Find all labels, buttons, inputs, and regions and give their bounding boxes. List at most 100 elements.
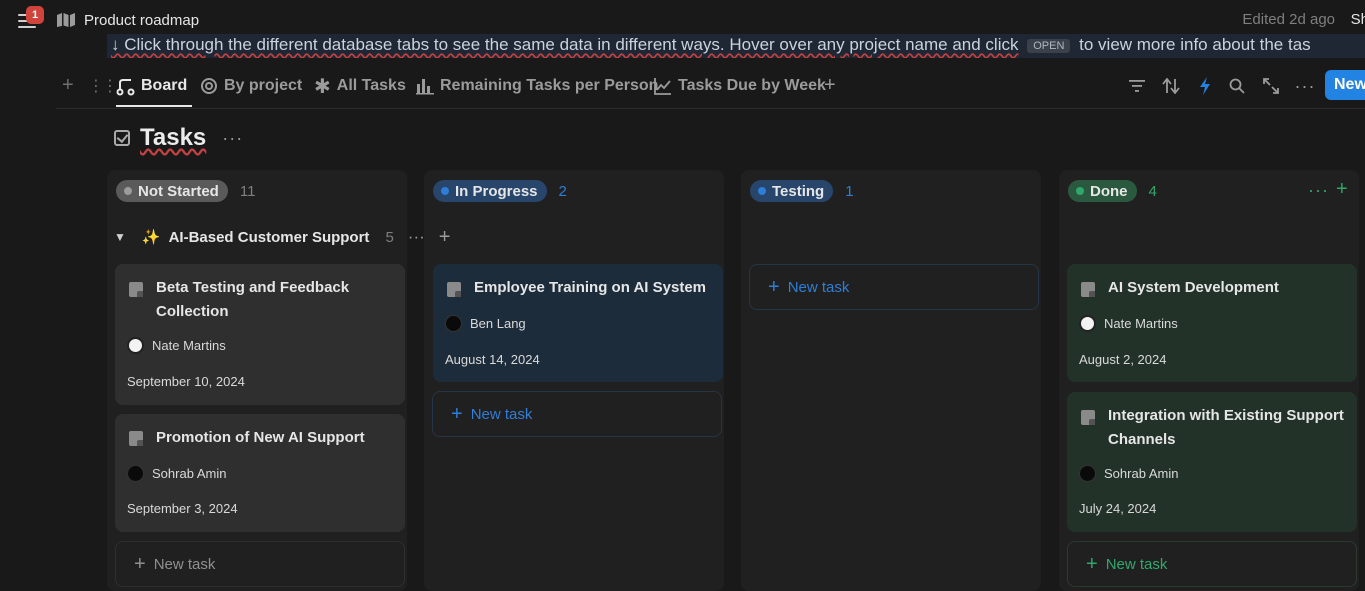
avatar [445, 315, 462, 332]
tab-remaining-tasks[interactable]: Remaining Tasks per Person [416, 72, 658, 100]
tab-all-tasks[interactable]: ✱ All Tasks [314, 72, 406, 100]
database-title-text: Tasks [140, 124, 207, 151]
notification-badge: 1 [26, 6, 44, 24]
assignee: Sohrab Amin [1079, 465, 1178, 482]
callout-text-after: to view more info about the tas [1079, 35, 1311, 54]
new-task-button[interactable]: + New task [115, 541, 405, 587]
column-header-testing[interactable]: Testing 1 [750, 170, 854, 212]
avatar [1079, 465, 1096, 482]
task-title-line: Channels [1108, 431, 1176, 448]
status-label: Testing [772, 182, 825, 200]
checkbox-icon [114, 130, 130, 146]
plus-icon: + [134, 552, 146, 575]
callout-text-before: ↓ Click through the different database t… [111, 35, 1019, 54]
status-badge: Testing [750, 180, 834, 202]
more-options-icon[interactable]: ··· [1295, 76, 1315, 96]
task-card[interactable]: AI System Development Nate Martins Augus… [1067, 264, 1357, 382]
automation-lightning-icon[interactable] [1195, 76, 1215, 96]
task-title-line: Collection [156, 303, 229, 320]
plus-icon: + [451, 402, 463, 425]
board-icon [116, 78, 135, 95]
plus-icon: + [768, 275, 780, 298]
breadcrumb[interactable]: Product roadmap [56, 10, 199, 30]
map-icon [57, 13, 75, 27]
new-button[interactable]: New [1325, 70, 1365, 100]
assignee: Sohrab Amin [127, 465, 226, 482]
sort-icon[interactable] [1161, 76, 1181, 96]
task-title: Promotion of New AI Support [156, 429, 365, 446]
tab-label: All Tasks [336, 77, 406, 94]
page-icon [129, 282, 143, 297]
page-title: Product roadmap [84, 11, 200, 29]
avatar [1079, 315, 1096, 332]
task-card[interactable]: Integration with Existing Support Channe… [1067, 392, 1357, 532]
database-title: Tasks ··· [114, 124, 243, 152]
collapse-triangle-icon[interactable]: ▼ [114, 230, 126, 244]
assignee-name: Nate Martins [1104, 316, 1178, 331]
task-title: Integration with Existing Support Channe… [1108, 404, 1344, 452]
active-tab-indicator [116, 105, 192, 107]
plus-icon: + [1086, 552, 1098, 575]
group-header[interactable]: ▼ ✨ AI-Based Customer Support 5 ··· + [114, 226, 450, 248]
column-header-not-started[interactable]: Not Started 11 [116, 170, 255, 212]
tab-by-project[interactable]: By project [200, 72, 302, 100]
status-badge: Not Started [116, 180, 228, 202]
task-card[interactable]: Employee Training on AI System Ben Lang … [433, 264, 723, 382]
page-icon [1081, 410, 1095, 425]
assignee: Ben Lang [445, 315, 526, 332]
group-count: 5 [385, 228, 394, 246]
add-block-icon[interactable]: + [62, 74, 74, 97]
assignee-name: Ben Lang [470, 316, 526, 331]
new-task-button[interactable]: + New task [432, 391, 722, 437]
task-title-line: Integration with Existing Support [1108, 407, 1344, 424]
new-task-button[interactable]: + New task [1067, 541, 1357, 587]
task-title: AI System Development [1108, 279, 1279, 296]
column-testing [741, 170, 1041, 591]
column-count: 1 [845, 182, 854, 200]
assignee-name: Nate Martins [152, 338, 226, 353]
task-card[interactable]: Beta Testing and Feedback Collection Nat… [115, 264, 405, 405]
expand-icon[interactable] [1261, 76, 1281, 96]
filter-icon[interactable] [1127, 76, 1147, 96]
new-task-label: New task [787, 278, 850, 296]
tab-label: By project [224, 77, 303, 94]
due-date: July 24, 2024 [1079, 501, 1157, 516]
due-date: August 14, 2024 [445, 352, 540, 367]
edited-timestamp: Edited 2d ago [1242, 11, 1335, 28]
tab-label: Remaining Tasks per Person [440, 77, 659, 94]
new-task-label: New task [153, 555, 216, 573]
column-add-icon[interactable]: + [1336, 178, 1348, 201]
share-button[interactable]: Sh [1351, 11, 1365, 28]
task-title: Employee Training on AI System [474, 279, 707, 296]
bar-chart-icon [416, 79, 434, 95]
assignee: Nate Martins [127, 337, 226, 354]
status-label: Not Started [138, 182, 219, 200]
task-card[interactable]: Promotion of New AI Support Sohrab Amin … [115, 414, 405, 532]
column-header-done[interactable]: Done 4 [1068, 170, 1157, 212]
status-label: In Progress [455, 182, 538, 200]
callout-text: ↓ Click through the different database t… [111, 35, 1311, 55]
target-icon [201, 78, 217, 94]
new-task-label: New task [1105, 555, 1168, 573]
page-icon [447, 282, 461, 297]
tab-tasks-due-by-week[interactable]: Tasks Due by Week [654, 72, 826, 100]
group-add-icon[interactable]: + [439, 226, 451, 249]
view-tabs-bar: + ⋮⋮ Board By project ✱ All Tasks Remain… [56, 64, 1365, 109]
new-task-button[interactable]: + New task [749, 264, 1039, 310]
add-view-icon[interactable]: + [824, 74, 836, 97]
drag-handle-icon[interactable]: ⋮⋮ [88, 76, 118, 96]
search-icon[interactable] [1227, 76, 1247, 96]
tab-label: Board [141, 77, 188, 94]
assignee-name: Sohrab Amin [1104, 466, 1179, 481]
due-date: August 2, 2024 [1079, 352, 1167, 367]
column-header-in-progress[interactable]: In Progress 2 [433, 170, 567, 212]
tab-board[interactable]: Board [116, 72, 187, 100]
column-more-icon[interactable]: ··· [1308, 180, 1329, 201]
column-count: 2 [558, 182, 567, 200]
task-title-line: Beta Testing and Feedback [156, 279, 350, 296]
group-more-icon[interactable]: ··· [408, 227, 425, 247]
callout: ↓ Click through the different database t… [107, 34, 1365, 58]
database-more-icon[interactable]: ··· [222, 128, 243, 149]
avatar [127, 465, 144, 482]
tab-label: Tasks Due by Week [678, 77, 826, 94]
